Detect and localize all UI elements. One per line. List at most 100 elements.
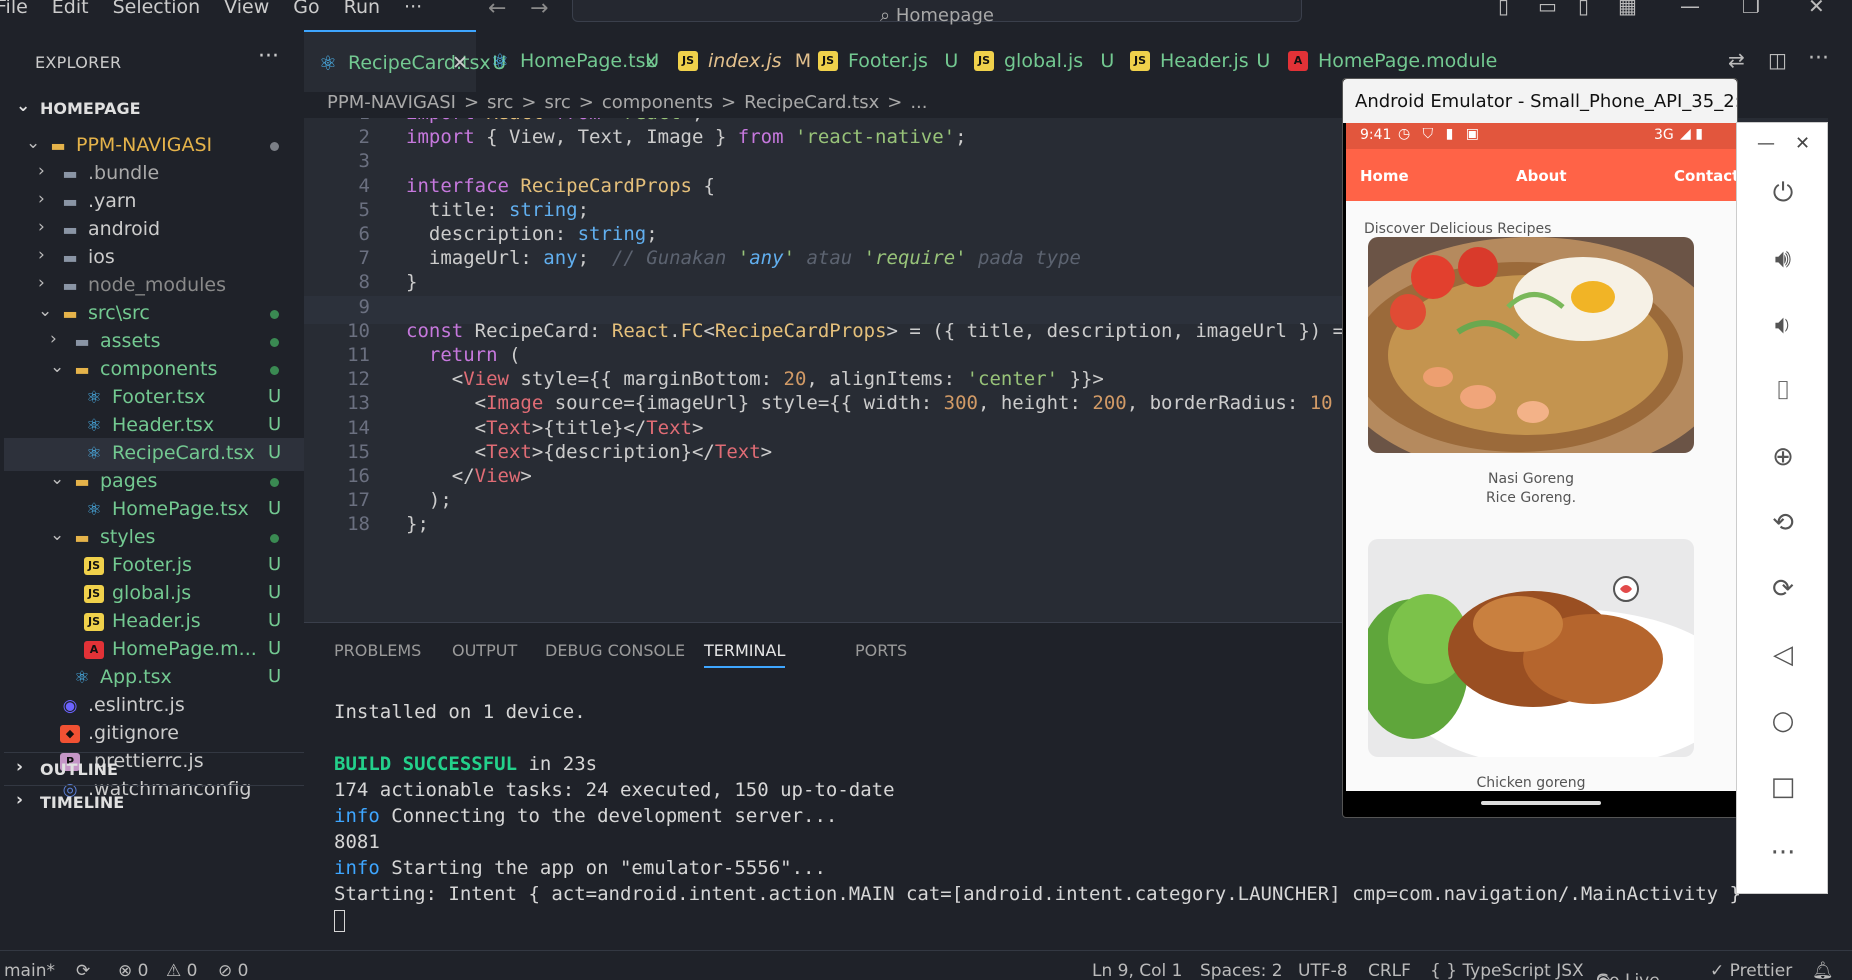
breadcrumb-item[interactable]: components: [602, 92, 713, 113]
close-tab-icon[interactable]: ✕: [452, 52, 468, 74]
editor-tab[interactable]: ⚛ HomePage.tsx U: [476, 30, 664, 92]
tree-item-label: src\src: [88, 302, 150, 324]
card-title: Chicken goreng: [1476, 775, 1586, 791]
encoding[interactable]: UTF-8: [1298, 961, 1348, 980]
menu-item[interactable]: ···: [404, 0, 422, 18]
ports-count[interactable]: ⊘ 0: [218, 961, 248, 980]
editor-tab[interactable]: JS index.js M: [664, 30, 811, 92]
indentation[interactable]: Spaces: 2: [1200, 961, 1283, 980]
breadcrumb-separator: >: [463, 92, 480, 113]
prettier[interactable]: ✓ Prettier: [1710, 961, 1792, 980]
editor-tab[interactable]: JS Header.js U: [1116, 30, 1274, 92]
overview-icon[interactable]: □: [1765, 769, 1801, 805]
phone-screen[interactable]: Discover Delicious Recipes Nasi Goreng R…: [1346, 201, 1736, 791]
camera-icon[interactable]: ⌷: [1765, 373, 1801, 409]
tab-terminal[interactable]: TERMINAL: [704, 641, 786, 668]
tab-output[interactable]: OUTPUT: [452, 641, 517, 660]
breadcrumb-item[interactable]: src: [487, 92, 513, 113]
more-icon[interactable]: ···: [1765, 835, 1801, 871]
nav-about[interactable]: About: [1516, 167, 1567, 185]
back-arrow-icon[interactable]: ←: [488, 0, 506, 21]
git-status-badge: U: [268, 610, 282, 631]
chevron-down-icon: ⌄: [26, 133, 41, 153]
zoom-icon[interactable]: ⊕: [1765, 439, 1801, 475]
split-editor-icon[interactable]: ◫: [1768, 48, 1787, 72]
rotate-left-icon[interactable]: ⟲: [1765, 505, 1801, 541]
editor-tab[interactable]: JS Footer.js U: [804, 30, 960, 92]
timeline-section[interactable]: › TIMELINE: [4, 785, 304, 818]
breadcrumb-item[interactable]: PPM-NAVIGASI: [327, 92, 456, 113]
compare-icon[interactable]: ⇄: [1728, 48, 1745, 72]
workspace-section[interactable]: ⌄ HOMEPAGE: [4, 92, 304, 125]
line-number: 7: [358, 247, 370, 270]
emu-minimize-icon[interactable]: —: [1757, 133, 1775, 154]
line-number: 9: [358, 295, 370, 318]
tree-item-label: pages: [100, 470, 158, 492]
outline-section[interactable]: › OUTLINE: [4, 752, 304, 785]
toggle-secondary-sidebar-icon[interactable]: ▯: [1578, 0, 1589, 18]
notifications-icon[interactable]: 🔔︎: [1812, 961, 1834, 980]
chevron-right-icon: ›: [16, 790, 24, 810]
back-icon[interactable]: ◁: [1765, 637, 1801, 673]
tab-debug-console[interactable]: DEBUG CONSOLE: [545, 641, 685, 660]
terminal-cursor: [334, 909, 345, 932]
breadcrumb-item[interactable]: src: [544, 92, 570, 113]
error-count[interactable]: ⊗ 0: [118, 961, 148, 980]
git-status-badge: U: [268, 414, 282, 435]
folder-open-icon: ▬: [74, 360, 90, 379]
close-window-icon[interactable]: ✕: [1808, 0, 1825, 18]
breadcrumb-item[interactable]: ...: [910, 92, 927, 113]
code-text: import { View, Text, Image } from 'react…: [406, 126, 967, 149]
rotate-right-icon[interactable]: ⟳: [1765, 571, 1801, 607]
branch-indicator[interactable]: main*: [4, 961, 55, 980]
cursor-position[interactable]: Ln 9, Col 1: [1092, 961, 1183, 980]
chevron-right-icon: ›: [38, 189, 45, 209]
menu-item[interactable]: Go: [293, 0, 319, 18]
menu-item[interactable]: Selection: [113, 0, 201, 18]
sync-icon[interactable]: ⟳: [76, 961, 90, 980]
code-text: const RecipeCard: React.FC<RecipeCardPro…: [406, 319, 1345, 342]
volume-up-icon[interactable]: 🔊︎: [1765, 241, 1801, 277]
toggle-sidebar-icon[interactable]: ▯: [1498, 0, 1509, 18]
status-bar: main* ⟳ ⊗ 0 ⚠ 0 ⊘ 0 Ln 9, Col 1 Spaces: …: [0, 950, 1852, 980]
git-icon: ◆: [60, 725, 80, 743]
tree-item-label: .yarn: [88, 190, 137, 212]
editor-tab[interactable]: JS global.js U: [960, 30, 1116, 92]
nav-home[interactable]: Home: [1360, 167, 1409, 185]
menu-item[interactable]: File: [0, 0, 28, 18]
home-icon[interactable]: ○: [1765, 703, 1801, 739]
warning-count[interactable]: ⚠ 0: [166, 961, 197, 980]
restore-icon[interactable]: ❐: [1742, 0, 1760, 18]
breadcrumb-item[interactable]: RecipeCard.tsx: [744, 92, 879, 113]
home-indicator[interactable]: [1481, 801, 1601, 805]
emu-close-icon[interactable]: ✕: [1795, 133, 1810, 154]
line-number: 10: [347, 319, 370, 342]
menu-item[interactable]: View: [224, 0, 269, 18]
signal-icon: ◢ ▮: [1680, 126, 1703, 142]
tab-label: HomePage.module: [1318, 50, 1498, 72]
customize-layout-icon[interactable]: ▦: [1618, 0, 1637, 18]
menu-item[interactable]: Edit: [52, 0, 89, 18]
minimize-icon[interactable]: —: [1680, 0, 1700, 18]
tab-ports[interactable]: PORTS: [855, 641, 907, 660]
editor-more-icon[interactable]: ···: [1808, 46, 1829, 71]
tab-problems[interactable]: PROBLEMS: [334, 641, 421, 660]
power-icon[interactable]: ⏻: [1765, 175, 1801, 211]
volume-down-icon[interactable]: 🔉︎: [1765, 307, 1801, 343]
tree-item-label: node_modules: [88, 274, 227, 296]
toggle-panel-icon[interactable]: ▭: [1538, 0, 1557, 18]
more-actions-icon[interactable]: ···: [258, 44, 279, 69]
language-mode[interactable]: { } TypeScript JSX: [1430, 961, 1584, 980]
code-text: interface RecipeCardProps {: [406, 174, 715, 197]
command-center-search[interactable]: ⌕ Homepage: [572, 0, 1302, 26]
tree-item-label: PPM-NAVIGASI: [76, 134, 213, 156]
terminal-line: 174 actionable tasks: 24 executed, 150 u…: [334, 779, 895, 801]
phone-status-bar: 9:41 ◷ ⛉ ▮ ▣ 3G ◢ ▮: [1346, 123, 1736, 149]
forward-arrow-icon[interactable]: →: [530, 0, 548, 21]
menu-item[interactable]: Run: [344, 0, 380, 18]
editor-tab[interactable]: ⚛ RecipeCard.tsx U ✕: [304, 30, 506, 92]
line-ending[interactable]: CRLF: [1368, 961, 1411, 980]
chevron-right-icon: ›: [50, 329, 57, 349]
menu-bar: File Edit Selection View Go Run ···: [0, 0, 446, 18]
nav-contact[interactable]: Contact: [1674, 167, 1739, 185]
